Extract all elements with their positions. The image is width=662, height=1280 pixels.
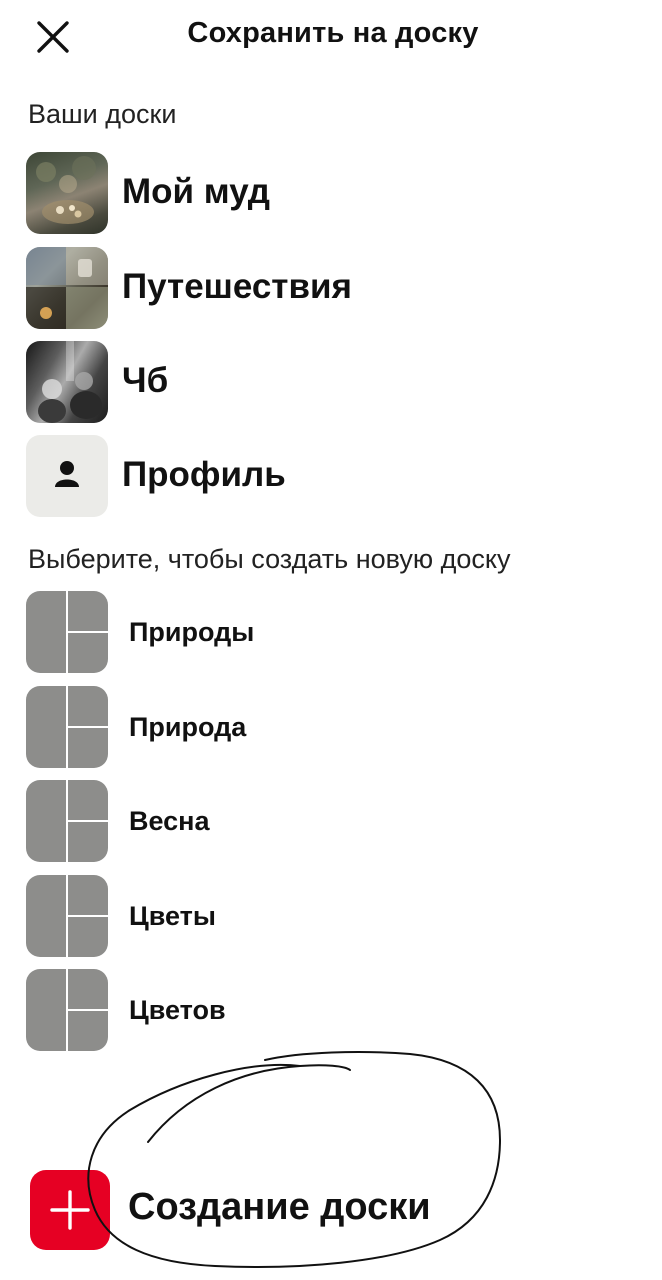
board-grid-icon [26, 780, 108, 862]
board-thumbnail [26, 247, 108, 329]
suggestion-item-tsvetov[interactable]: Цветов [26, 969, 636, 1051]
board-thumbnail [26, 341, 108, 423]
person-icon [55, 461, 79, 487]
section-label-your-boards: Ваши доски [28, 99, 177, 129]
board-name: Чб [122, 361, 169, 400]
board-item-moy-mud[interactable]: Мой муд [26, 152, 636, 234]
plus-icon [50, 1190, 90, 1230]
board-name: Профиль [122, 455, 286, 494]
suggestion-name: Природы [129, 617, 255, 647]
board-name: Мой муд [122, 172, 271, 211]
suggestion-item-priroda[interactable]: Природа [26, 686, 636, 768]
suggestion-name: Природа [129, 712, 247, 742]
board-item-profile[interactable]: Профиль [26, 435, 636, 517]
board-grid-icon [26, 591, 108, 673]
board-item-chb[interactable]: Чб [26, 341, 636, 423]
suggestion-item-prirody[interactable]: Природы [26, 591, 636, 673]
page-title: Сохранить на доску [187, 17, 479, 49]
suggestion-item-vesna[interactable]: Весна [26, 780, 636, 862]
create-board-plus-box [30, 1170, 110, 1250]
section-label-suggestions: Выберите, чтобы создать новую доску [28, 544, 511, 574]
board-item-puteshestviya[interactable]: Путешествия [26, 247, 636, 329]
board-grid-icon [26, 969, 108, 1051]
create-board-label: Создание доски [128, 1186, 431, 1228]
suggestion-name: Цветы [129, 901, 216, 931]
create-board-button[interactable]: Создание доски [30, 1168, 590, 1252]
header: Сохранить на доску [0, 0, 662, 72]
board-thumbnail [26, 152, 108, 234]
board-name: Путешествия [122, 267, 352, 306]
suggestion-name: Цветов [129, 995, 226, 1025]
board-grid-icon [26, 875, 108, 957]
suggestion-name: Весна [129, 806, 210, 836]
suggestion-item-tsvety[interactable]: Цветы [26, 875, 636, 957]
board-grid-icon [26, 686, 108, 768]
board-thumbnail [26, 435, 108, 517]
